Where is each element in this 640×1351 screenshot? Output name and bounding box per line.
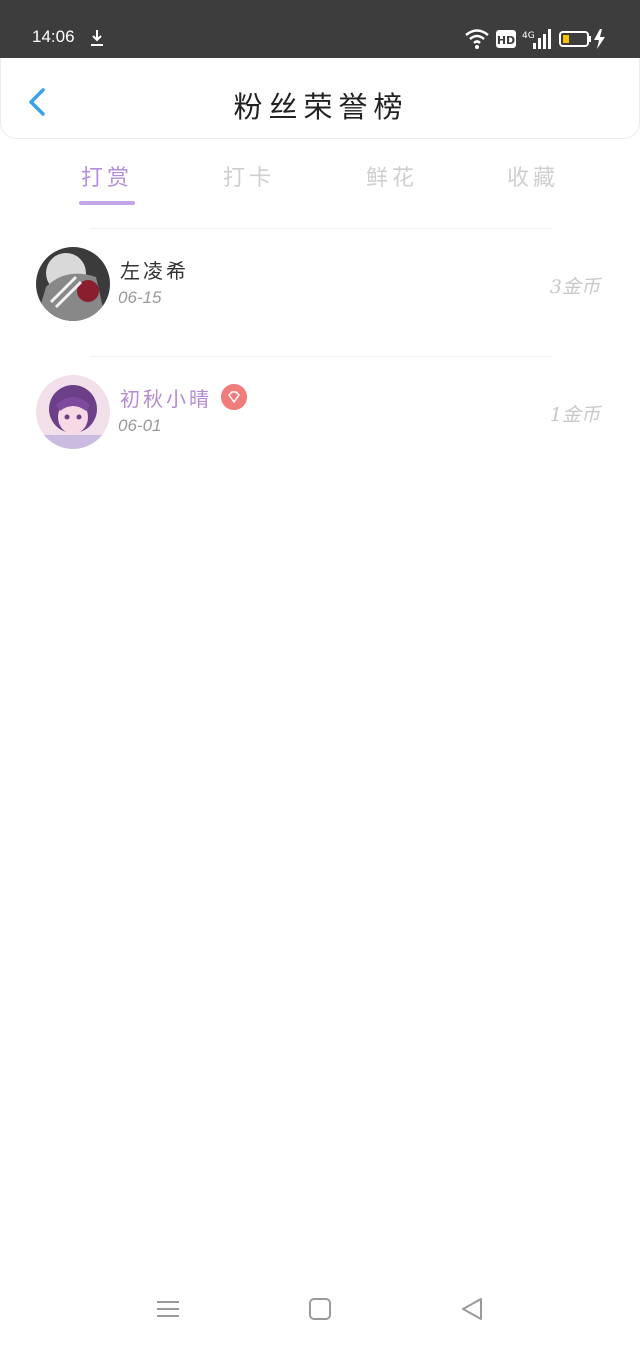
- status-bar: 14:06 HD 4G: [0, 0, 640, 58]
- hd-icon: HD: [496, 30, 516, 48]
- diamond-icon: [221, 384, 247, 410]
- avatar[interactable]: [36, 375, 110, 449]
- download-icon: [91, 30, 103, 46]
- page-title: 粉丝荣誉榜: [233, 90, 409, 124]
- menu-icon[interactable]: [153, 1294, 183, 1324]
- avatar[interactable]: [36, 247, 110, 321]
- battery-icon: [559, 31, 591, 47]
- wifi-icon: [465, 29, 489, 49]
- 4g-signal-icon: 4G: [522, 29, 551, 49]
- list-item[interactable]: 左凌希 06-15 3金币: [0, 228, 640, 356]
- divider: [90, 228, 552, 229]
- reward-amount: 3金币: [549, 276, 600, 298]
- home-icon[interactable]: [305, 1294, 335, 1324]
- reward-date: 06-15: [118, 288, 162, 307]
- list-item[interactable]: 初秋小晴 06-01 1金币: [0, 356, 640, 484]
- tab-bar: 打赏 打卡 鲜花 收藏: [0, 150, 640, 210]
- network-label: 4G: [522, 31, 535, 41]
- tab-shoucang[interactable]: 收藏: [488, 160, 578, 192]
- reward-date: 06-01: [118, 416, 162, 435]
- user-name: 左凌希: [120, 259, 189, 283]
- tab-dashang[interactable]: 打赏: [62, 160, 152, 192]
- status-time: 14:06: [32, 27, 75, 46]
- tab-xianhua[interactable]: 鲜花: [347, 160, 437, 192]
- divider: [90, 356, 552, 357]
- tab-daka[interactable]: 打卡: [204, 160, 294, 192]
- tab-indicator: [79, 201, 135, 205]
- hd-label: HD: [497, 34, 515, 47]
- charging-icon: [594, 29, 605, 49]
- status-icons: HD 4G: [465, 29, 605, 49]
- reward-amount: 1金币: [549, 404, 600, 426]
- back-triangle-icon[interactable]: [457, 1294, 487, 1324]
- system-nav-bar: [0, 1280, 640, 1351]
- header: 粉丝荣誉榜: [0, 58, 640, 139]
- user-name: 初秋小晴: [120, 387, 212, 411]
